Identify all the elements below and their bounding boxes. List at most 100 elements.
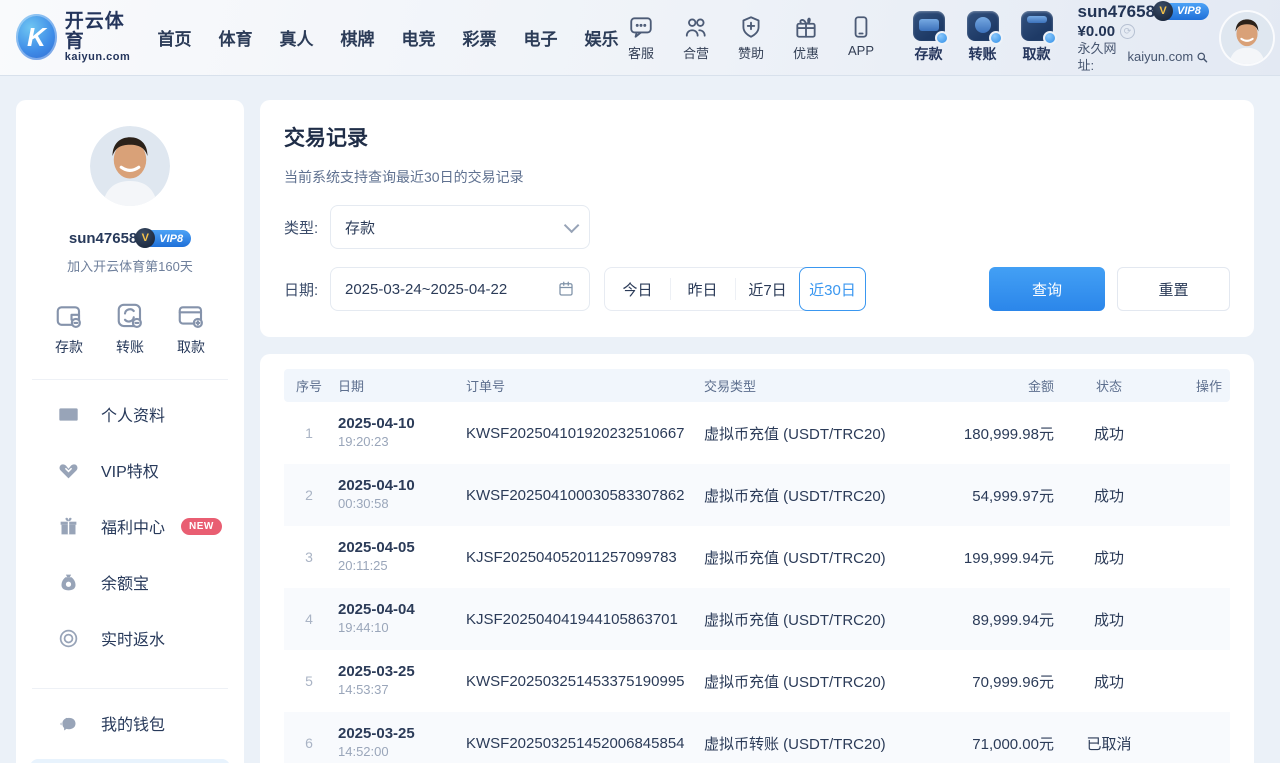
partners-link[interactable]: 合营: [674, 14, 719, 62]
cell-order: KWSF202504101920232510667: [462, 425, 700, 442]
quick-deposit-label: 存款: [55, 337, 83, 357]
profile-avatar[interactable]: [90, 126, 170, 206]
quick-transfer-button[interactable]: 转账: [115, 301, 145, 357]
wallet-icon: [54, 301, 84, 331]
cell-order: KWSF202503251453375190995: [462, 673, 700, 690]
table-header: 序号 日期 订单号 交易类型 金额 状态 操作: [284, 369, 1230, 402]
type-select[interactable]: 存款: [330, 205, 590, 249]
range-yesterday-button[interactable]: 昨日: [670, 268, 735, 310]
sponsor-link[interactable]: 赞助: [729, 14, 774, 62]
app-link[interactable]: APP: [839, 14, 884, 62]
cell-type: 虚拟币充值 (USDT/TRC20): [700, 485, 928, 506]
withdraw-button[interactable]: 取款: [1014, 11, 1060, 64]
range-today-button[interactable]: 今日: [605, 268, 670, 310]
cell-order: KWSF202504100030583307862: [462, 487, 700, 504]
transfer-label: 转账: [969, 44, 997, 64]
nav-item-lottery[interactable]: 彩票: [463, 25, 497, 50]
sidebar-divider: [32, 379, 228, 380]
cell-time-value: 00:30:58: [338, 496, 389, 511]
site-url: kaiyun.com: [1127, 49, 1193, 65]
transfer-button[interactable]: 转账: [960, 11, 1006, 64]
vip-shield-icon: V: [1153, 1, 1173, 21]
cell-date: 2025-04-0419:44:10: [334, 601, 462, 637]
partners-icon: [683, 14, 709, 40]
sidebar-item-yuebao[interactable]: 余额宝: [30, 554, 230, 610]
username: sun47658: [1078, 1, 1156, 22]
sidebar-item-vip[interactable]: VIP特权: [30, 442, 230, 498]
header-no: 序号: [284, 376, 334, 395]
nav-item-chess[interactable]: 棋牌: [341, 25, 375, 50]
page-subtitle: 当前系统支持查询最近30日的交易记录: [284, 167, 1230, 187]
cell-date-value: 2025-04-05: [338, 539, 415, 556]
customer-service-link[interactable]: 客服: [619, 14, 664, 62]
cell-no: 1: [284, 425, 334, 441]
cell-amount: 71,000.00元: [928, 733, 1058, 754]
welfare-gift-icon: [58, 516, 79, 537]
cell-date: 2025-04-1019:20:23: [334, 415, 462, 451]
nav-item-home[interactable]: 首页: [158, 25, 192, 50]
sidebar-item-welfare[interactable]: 福利中心 NEW: [30, 498, 230, 554]
brand-name: 开云体育: [65, 12, 136, 52]
cell-order: KWSF202503251452006845854: [462, 735, 700, 752]
profile-vip-badge: V VIP8: [143, 230, 191, 247]
header-amount: 金额: [928, 376, 1058, 395]
gift-icon: [793, 14, 819, 40]
cell-date-value: 2025-04-04: [338, 601, 415, 618]
date-range-input[interactable]: 2025-03-24~2025-04-22: [330, 267, 590, 311]
chevron-down-icon: [564, 217, 580, 233]
cell-order: KJSF202504052011257099783: [462, 549, 700, 566]
balance-amount: ¥0.00: [1078, 23, 1116, 42]
nav-item-sports[interactable]: 体育: [219, 25, 253, 50]
cell-date-value: 2025-03-25: [338, 725, 415, 742]
search-button[interactable]: 查询: [989, 267, 1105, 311]
cell-date: 2025-04-10 00:30:58: [334, 477, 462, 513]
search-icon[interactable]: [1196, 50, 1209, 65]
site-url-label: 永久网址:: [1078, 41, 1125, 74]
topbar-wallet-actions: 存款 转账 取款: [906, 11, 1060, 64]
nav-item-live[interactable]: 真人: [280, 25, 314, 50]
user-avatar[interactable]: [1221, 12, 1273, 64]
bank-card-icon: [176, 301, 206, 331]
table-row: 2 2025-04-1000:30:58 KWSF202504100030583…: [284, 464, 1230, 526]
sidebar-item-rebate[interactable]: 实时返水: [30, 610, 230, 666]
brand-logo[interactable]: K 开云体育 kaiyun.com: [16, 12, 136, 63]
cell-type: 虚拟币充值 (USDT/TRC20): [700, 671, 928, 692]
cell-amount: 180,999.98元: [928, 423, 1058, 444]
nav-item-esports[interactable]: 电竞: [402, 25, 436, 50]
table-row: 6 2025-03-2514:52:00 KWSF202503251452006…: [284, 712, 1230, 763]
sidebar-item-profile[interactable]: 个人资料: [30, 386, 230, 442]
sidebar-item-my-wallet[interactable]: 我的钱包: [30, 695, 230, 751]
reset-button[interactable]: 重置: [1117, 267, 1230, 311]
cell-date: 2025-03-2514:52:00: [334, 725, 462, 761]
nav-item-entertainment[interactable]: 娱乐: [585, 25, 619, 50]
profile-summary: sun47658 V VIP8 加入开云体育第160天: [30, 126, 230, 275]
transactions-table: 序号 日期 订单号 交易类型 金额 状态 操作 1 2025-04-1019:2…: [260, 354, 1254, 763]
header-date: 日期: [334, 376, 462, 395]
cell-no: 6: [284, 735, 334, 751]
cell-date-value: 2025-04-10: [338, 477, 415, 494]
sidebar-item-transactions[interactable]: 交易记录: [30, 759, 230, 763]
withdraw-label: 取款: [1023, 44, 1051, 64]
new-badge: NEW: [181, 518, 222, 535]
page-title: 交易记录: [284, 122, 1230, 152]
rebate-target-icon: [58, 628, 79, 649]
cell-amount: 54,999.97元: [928, 485, 1058, 506]
nav-item-slots[interactable]: 电子: [524, 25, 558, 50]
deposit-icon: [913, 11, 945, 41]
cell-type: 虚拟币充值 (USDT/TRC20): [700, 609, 928, 630]
cell-date: 2025-04-0520:11:25: [334, 539, 462, 575]
promo-link[interactable]: 优惠: [784, 14, 829, 62]
cell-type: 虚拟币充值 (USDT/TRC20): [700, 423, 928, 444]
quick-deposit-button[interactable]: 存款: [54, 301, 84, 357]
quick-withdraw-button[interactable]: 取款: [176, 301, 206, 357]
sidebar-item-my-wallet-label: 我的钱包: [101, 711, 165, 735]
range-7days-button[interactable]: 近7日: [735, 268, 800, 310]
vip-badge: V VIP8: [1161, 3, 1209, 20]
cell-amount: 89,999.94元: [928, 609, 1058, 630]
profile-vip-shield-icon: V: [135, 228, 155, 248]
quick-withdraw-label: 取款: [177, 337, 205, 357]
cell-status: 成功: [1058, 609, 1160, 630]
range-30days-button[interactable]: 近30日: [799, 267, 866, 311]
deposit-button[interactable]: 存款: [906, 11, 952, 64]
refresh-balance-icon[interactable]: ⟳: [1120, 24, 1135, 39]
